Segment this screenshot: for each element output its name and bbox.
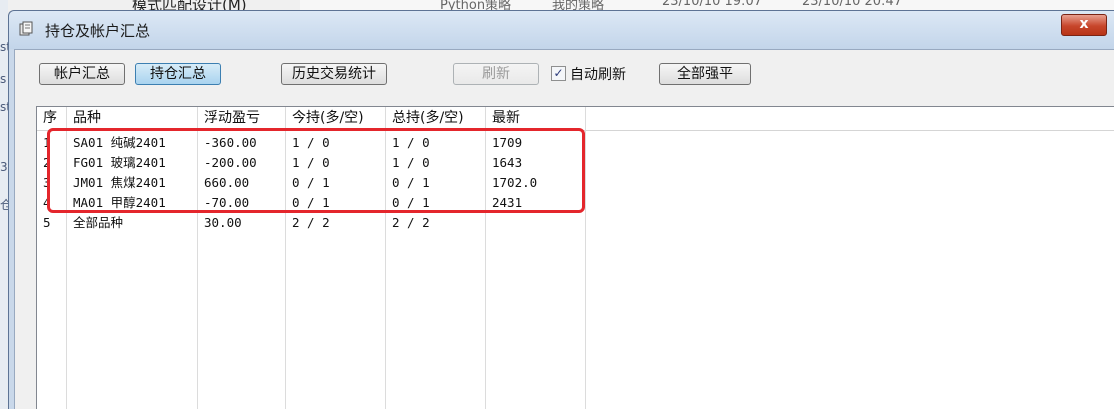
row-symbol: 全部品种 — [73, 215, 124, 230]
checkbox-check-icon[interactable]: ✓ — [551, 66, 566, 81]
red-highlight-box — [47, 128, 585, 213]
position-summary-button[interactable]: 持仓汇总 — [135, 63, 221, 85]
background-table-cell: 23/10/10 20:47 — [802, 0, 902, 9]
background-left-text: 3 — [0, 160, 8, 174]
row-total-position: 2 / 2 — [392, 215, 430, 230]
background-left-text: s — [0, 72, 7, 86]
column-header-symbol[interactable]: 品种 — [67, 107, 101, 130]
table-row-total[interactable]: 5 全部品种 30.00 2 / 2 2 / 2 — [37, 213, 1114, 233]
column-header-today-position[interactable]: 今持(多/空) — [286, 107, 364, 130]
dialog-body: 帐户汇总 持仓汇总 历史交易统计 刷新 ✓ 自动刷新 全部强平 序 品种 浮动盈… — [14, 49, 1114, 409]
history-stats-button[interactable]: 历史交易统计 — [281, 63, 387, 85]
background-left-strip: st s st 3 仓 — [0, 0, 12, 409]
close-icon: x — [1079, 16, 1089, 32]
window-title: 持仓及帐户汇总 — [45, 22, 151, 40]
close-button[interactable]: x — [1061, 14, 1107, 36]
close-all-positions-button[interactable]: 全部强平 — [659, 63, 751, 85]
row-floating-pnl: 30.00 — [204, 215, 242, 230]
row-today-position: 2 / 2 — [292, 215, 330, 230]
column-header-last-price[interactable]: 最新 — [486, 107, 520, 130]
refresh-button[interactable]: 刷新 — [453, 63, 539, 85]
account-summary-button[interactable]: 帐户汇总 — [39, 63, 125, 85]
column-header-total-position[interactable]: 总持(多/空) — [386, 107, 464, 130]
auto-refresh-label: 自动刷新 — [570, 67, 626, 83]
background-table-cell: 23/10/10 19:07 — [662, 0, 762, 9]
row-last-price — [486, 213, 492, 233]
row-index: 5 — [43, 215, 51, 230]
column-header-index[interactable]: 序 — [37, 107, 57, 130]
app-icon — [19, 21, 33, 36]
title-bar[interactable]: 持仓及帐户汇总 x — [9, 11, 1114, 49]
column-header-floating-pnl[interactable]: 浮动盈亏 — [198, 107, 260, 130]
